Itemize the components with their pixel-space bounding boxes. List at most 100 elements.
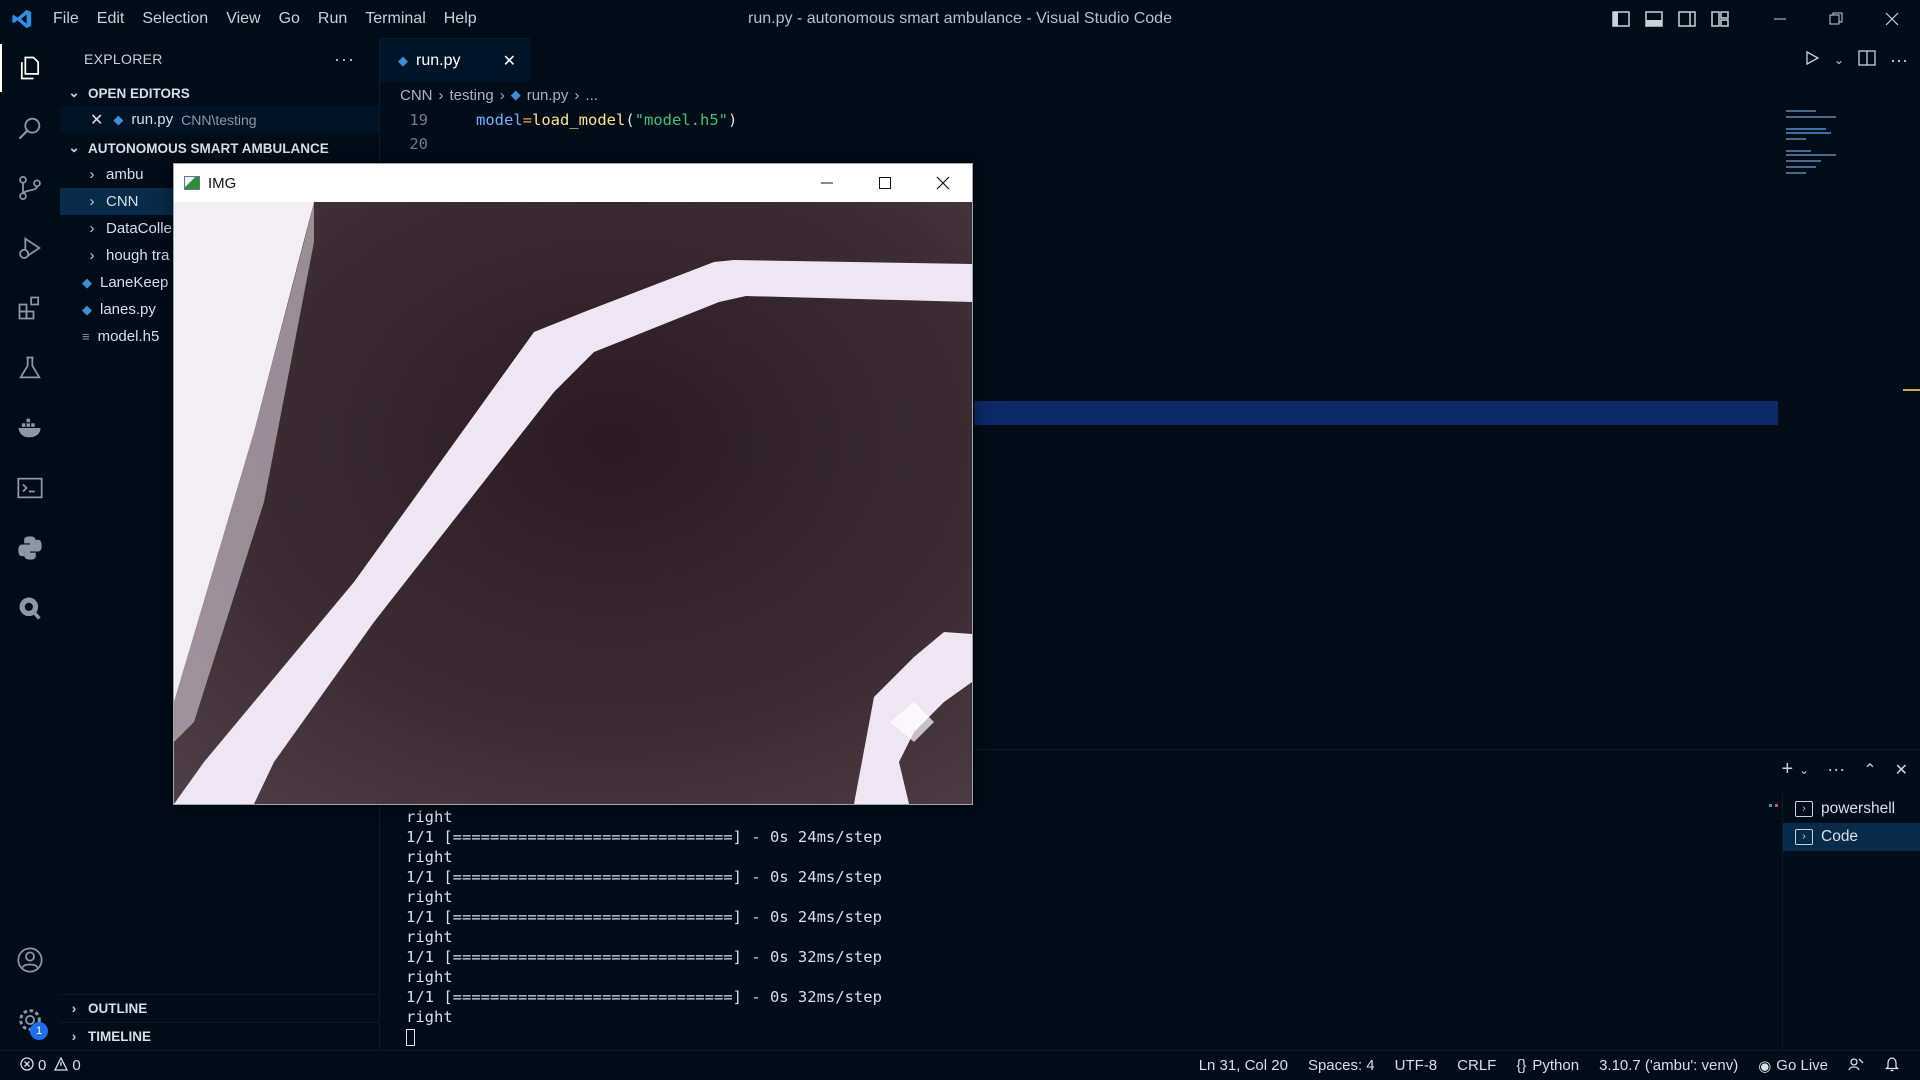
menu-terminal[interactable]: Terminal — [356, 0, 434, 38]
python-interpreter[interactable]: 3.10.7 ('ambu': venv) — [1599, 1057, 1738, 1074]
editor-tabs: ◆ run.py ✕ ⌄ ··· — [380, 38, 1920, 82]
feedback-icon[interactable] — [1848, 1056, 1864, 1076]
manage-gear-icon[interactable]: 1 — [0, 990, 60, 1050]
img-preview-window[interactable]: IMG — [173, 163, 973, 805]
breadcrumb-item[interactable]: ... — [585, 87, 598, 104]
breadcrumb: CNN › testing › ◆ run.py › ... — [380, 82, 598, 108]
remote-explorer-icon[interactable] — [0, 578, 60, 638]
current-line-highlight — [974, 401, 1778, 425]
menu-help[interactable]: Help — [435, 0, 486, 38]
close-tab-icon[interactable]: ✕ — [503, 51, 516, 71]
img-minimize-icon[interactable] — [798, 164, 856, 202]
run-debug-icon[interactable] — [0, 218, 60, 278]
cursor-position[interactable]: Ln 31, Col 20 — [1199, 1057, 1288, 1074]
timeline-section[interactable]: › TIMELINE — [60, 1022, 380, 1050]
close-panel-icon[interactable]: ✕ — [1895, 760, 1908, 780]
explorer-title: EXPLORER — [84, 51, 163, 67]
menu-edit[interactable]: Edit — [88, 0, 134, 38]
terminal-tab-code[interactable]: › Code — [1783, 823, 1920, 851]
python-file-icon: ◆ — [82, 301, 92, 317]
customize-layout-icon[interactable] — [1703, 0, 1736, 38]
img-close-icon[interactable] — [914, 164, 972, 202]
python-icon[interactable] — [0, 518, 60, 578]
code-editor[interactable]: 19 model=load_model("model.h5") 20 — [380, 108, 1780, 156]
outline-section[interactable]: › OUTLINE — [60, 994, 380, 1022]
scrollbar-marker — [1903, 389, 1920, 391]
breadcrumb-item[interactable]: CNN — [400, 87, 433, 104]
tab-run-py[interactable]: ◆ run.py ✕ — [380, 38, 530, 82]
search-icon[interactable] — [0, 98, 60, 158]
menu-view[interactable]: View — [217, 0, 269, 38]
project-label: AUTONOMOUS SMART AMBULANCE — [88, 140, 329, 156]
menu-file[interactable]: File — [44, 0, 88, 38]
camera-frame-image — [174, 202, 972, 804]
code-line: 19 model=load_model("model.h5") — [380, 108, 1780, 132]
tree-item-label: ambu — [106, 166, 144, 183]
terminal-line: 1/1 [==============================] - 0… — [406, 828, 882, 846]
breadcrumb-item[interactable]: testing — [450, 87, 494, 104]
chevron-down-icon[interactable]: ⌄ — [1834, 53, 1844, 67]
terminal-line: right — [406, 808, 453, 826]
project-section[interactable]: ⌄ AUTONOMOUS SMART AMBULANCE — [60, 135, 379, 161]
toggle-primary-sidebar-icon[interactable] — [1604, 0, 1637, 38]
chevron-right-icon: › — [438, 86, 444, 104]
menu-run[interactable]: Run — [309, 0, 356, 38]
line-number: 19 — [409, 111, 428, 129]
img-maximize-icon[interactable] — [856, 164, 914, 202]
explorer-icon[interactable] — [0, 38, 60, 98]
code-token: load_model — [532, 111, 626, 129]
source-control-icon[interactable] — [0, 158, 60, 218]
warning-count: 0 — [72, 1057, 81, 1074]
more-actions-icon[interactable]: ··· — [1890, 50, 1908, 71]
restore-icon[interactable] — [1808, 0, 1864, 38]
terminal-icon[interactable] — [0, 458, 60, 518]
breadcrumb-item[interactable]: run.py — [527, 87, 569, 104]
update-badge: 1 — [30, 1022, 48, 1040]
minimize-icon[interactable] — [1752, 0, 1808, 38]
open-editors-label: OPEN EDITORS — [88, 85, 190, 101]
problems-indicator[interactable]: 0 0 — [0, 1056, 81, 1075]
more-actions-icon[interactable]: ··· — [334, 49, 355, 70]
open-editor-name: run.py — [131, 111, 174, 128]
go-live-button[interactable]: ◉ Go Live — [1758, 1057, 1828, 1075]
terminal-line: right — [406, 888, 453, 906]
maximize-panel-icon[interactable]: ⌃ — [1863, 760, 1876, 780]
terminal-output[interactable]: right 1/1 [==============================… — [406, 807, 882, 1047]
run-icon[interactable] — [1804, 50, 1820, 71]
open-editors-section[interactable]: ⌄ OPEN EDITORS — [60, 80, 379, 106]
docker-icon[interactable] — [0, 398, 60, 458]
language-mode[interactable]: {} Python — [1516, 1057, 1579, 1074]
python-file-icon: ◆ — [82, 274, 92, 290]
chevron-right-icon: › — [499, 86, 505, 104]
terminal-cursor — [406, 1029, 415, 1046]
toggle-panel-icon[interactable] — [1637, 0, 1670, 38]
testing-icon[interactable] — [0, 338, 60, 398]
end-of-line[interactable]: CRLF — [1457, 1057, 1496, 1074]
split-editor-icon[interactable] — [1858, 49, 1876, 71]
toggle-secondary-sidebar-icon[interactable] — [1670, 0, 1703, 38]
tree-item-label: CNN — [106, 193, 139, 210]
img-window-titlebar[interactable]: IMG — [174, 164, 972, 202]
accounts-icon[interactable] — [0, 930, 60, 990]
menu-selection[interactable]: Selection — [133, 0, 217, 38]
code-line: 20 — [380, 132, 1780, 156]
more-actions-icon[interactable]: ··· — [1827, 759, 1845, 780]
terminal-line: right — [406, 1008, 453, 1026]
extensions-icon[interactable] — [0, 278, 60, 338]
notifications-bell-icon[interactable] — [1884, 1056, 1900, 1076]
img-window-title: IMG — [208, 174, 237, 192]
open-editor-item[interactable]: ✕ ◆ run.py CNN\testing — [60, 106, 379, 133]
terminal-tab-powershell[interactable]: › powershell — [1783, 795, 1920, 823]
indentation[interactable]: Spaces: 4 — [1308, 1057, 1375, 1074]
go-live-label: Go Live — [1776, 1057, 1828, 1074]
minimap[interactable] — [1784, 108, 1904, 208]
language-label: Python — [1532, 1057, 1580, 1074]
close-icon[interactable]: ✕ — [90, 110, 103, 130]
chevron-down-icon[interactable]: ⌄ — [1799, 763, 1809, 777]
new-terminal-icon[interactable]: + — [1781, 758, 1793, 781]
close-window-icon[interactable] — [1864, 0, 1920, 38]
menu-go[interactable]: Go — [270, 0, 309, 38]
python-file-icon: ◆ — [398, 52, 408, 68]
code-token: model — [476, 111, 523, 129]
encoding[interactable]: UTF-8 — [1395, 1057, 1438, 1074]
